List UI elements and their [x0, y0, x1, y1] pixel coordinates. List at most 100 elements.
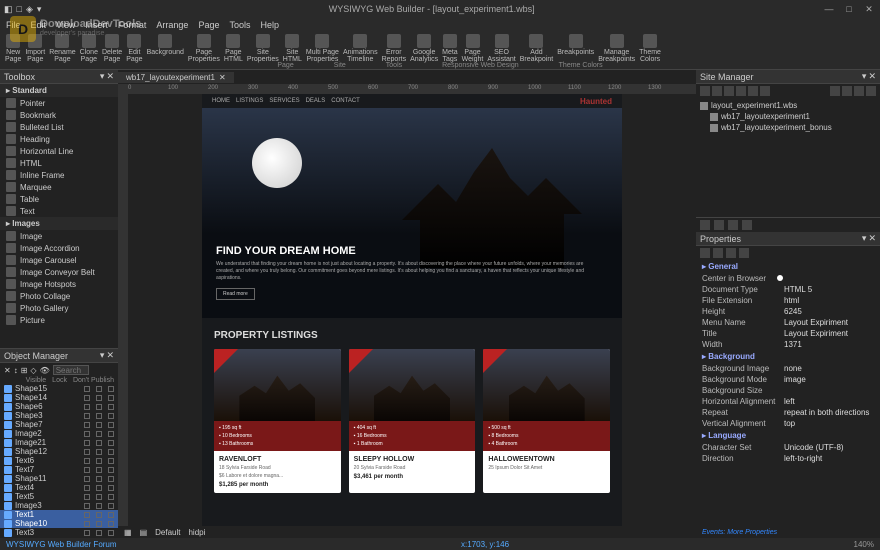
object-item[interactable]: Text1	[0, 510, 118, 519]
prop-row[interactable]: Directionleft-to-right	[696, 453, 880, 464]
prop-row[interactable]: Height6245	[696, 306, 880, 317]
prop-section[interactable]: ▸ Background	[696, 350, 880, 363]
tab-categorized-icon[interactable]	[700, 248, 710, 258]
tool-html[interactable]: HTML	[0, 157, 118, 169]
object-item[interactable]: Image4	[0, 537, 118, 538]
tool-bulleted-list[interactable]: Bulleted List	[0, 121, 118, 133]
ribbon-import[interactable]: ImportPage	[24, 34, 46, 63]
prop-row[interactable]: Background Modeimage	[696, 374, 880, 385]
ribbon-site[interactable]: SiteProperties	[246, 34, 280, 63]
refresh-icon[interactable]	[742, 220, 752, 230]
sm-new-icon[interactable]	[700, 86, 710, 96]
om-visible-icon[interactable]: 👁	[40, 366, 50, 375]
tool-photo-collage[interactable]: Photo Collage	[0, 290, 118, 302]
ribbon-breakpoints[interactable]: Breakpoints	[556, 34, 595, 56]
prop-section[interactable]: ▸ General	[696, 260, 880, 273]
sm-props-icon[interactable]	[760, 86, 770, 96]
menu-format[interactable]: Format	[118, 20, 147, 30]
tool-inline-frame[interactable]: Inline Frame	[0, 169, 118, 181]
ribbon-theme[interactable]: ThemeColors	[638, 34, 662, 63]
tool-image[interactable]: Image	[0, 230, 118, 242]
object-item[interactable]: Shape15	[0, 384, 118, 393]
tool-picture[interactable]: Picture	[0, 314, 118, 326]
more-properties-link[interactable]: Events: More Properties	[696, 527, 880, 538]
menu-tools[interactable]: Tools	[229, 20, 250, 30]
panel-pin-icon[interactable]: ▾	[862, 71, 867, 82]
menu-edit[interactable]: Edit	[31, 20, 47, 30]
object-item[interactable]: Shape14	[0, 393, 118, 402]
sm-search-icon[interactable]	[866, 86, 876, 96]
tree-item[interactable]: wb17_layoutexperiment1	[700, 111, 876, 122]
tool-text[interactable]: Text	[0, 205, 118, 217]
toolbox-category[interactable]: ▸ Images	[0, 217, 118, 230]
ribbon-page[interactable]: PageWeight	[461, 34, 485, 63]
close-button[interactable]: ✕	[862, 3, 876, 15]
panel-close-icon[interactable]: ✕	[868, 71, 876, 82]
prop-row[interactable]: TitleLayout Expiriment	[696, 328, 880, 339]
om-delete-icon[interactable]: ✕	[4, 366, 11, 375]
tool-marquee[interactable]: Marquee	[0, 181, 118, 193]
prop-section[interactable]: ▸ Language	[696, 429, 880, 442]
object-item[interactable]: Text7	[0, 465, 118, 474]
minimize-button[interactable]: —	[822, 3, 836, 15]
om-search-input[interactable]	[53, 365, 89, 375]
sm-edit-icon[interactable]	[736, 86, 746, 96]
tool-pointer[interactable]: Pointer	[0, 97, 118, 109]
object-item[interactable]: Shape11	[0, 474, 118, 483]
om-lock-icon[interactable]: ◇	[30, 366, 36, 375]
view-icon[interactable]: ▦	[124, 528, 132, 537]
prop-row[interactable]: Horizontal Alignmentleft	[696, 396, 880, 407]
document-tab[interactable]: wb17_layoutexperiment1 ✕	[118, 72, 234, 83]
object-item[interactable]: Image21	[0, 438, 118, 447]
property-card[interactable]: ▪ 500 sq ft▪ 8 Bedrooms▪ 4 BathroomHALLO…	[483, 349, 610, 493]
ribbon-error[interactable]: ErrorReports	[381, 34, 408, 63]
prop-row[interactable]: Character SetUnicode (UTF-8)	[696, 442, 880, 453]
qat-icon[interactable]: □	[17, 4, 22, 14]
warnings-icon[interactable]	[714, 220, 724, 230]
menu-arrange[interactable]: Arrange	[156, 20, 188, 30]
menu-file[interactable]: File	[6, 20, 21, 30]
ribbon-clone[interactable]: ClonePage	[79, 34, 99, 63]
object-item[interactable]: Text6	[0, 456, 118, 465]
tool-image-conveyor-belt[interactable]: Image Conveyor Belt	[0, 266, 118, 278]
zoom-level[interactable]: 140%	[854, 540, 874, 549]
tool-heading[interactable]: Heading	[0, 133, 118, 145]
panel-close-icon[interactable]: ✕	[106, 71, 114, 82]
nav-link[interactable]: DEALS	[306, 98, 326, 104]
ribbon-delete[interactable]: DeletePage	[101, 34, 123, 63]
ribbon-add[interactable]: AddBreakpoint	[519, 34, 554, 63]
ribbon-edit[interactable]: EditPage	[125, 34, 143, 63]
menu-insert[interactable]: Insert	[85, 20, 108, 30]
panel-pin-icon[interactable]: ▾	[862, 233, 867, 244]
prop-row[interactable]: Vertical Alignmenttop	[696, 418, 880, 429]
tool-table[interactable]: Table	[0, 193, 118, 205]
om-move-up-icon[interactable]: ↕	[14, 366, 18, 375]
menu-page[interactable]: Page	[198, 20, 219, 30]
ribbon-site[interactable]: SiteHTML	[282, 34, 303, 63]
property-card[interactable]: ▪ 404 sq ft▪ 16 Bedrooms▪ 1 BathroomSLEE…	[349, 349, 476, 493]
nav-link[interactable]: LISTINGS	[236, 98, 263, 104]
ribbon-page[interactable]: PageHTML	[223, 34, 244, 63]
qat-icon[interactable]: ◈	[26, 4, 33, 15]
ribbon-meta[interactable]: MetaTags	[441, 34, 459, 63]
tab-close-icon[interactable]: ✕	[219, 73, 226, 82]
object-item[interactable]: Shape10	[0, 519, 118, 528]
tree-item[interactable]: layout_experiment1.wbs	[700, 100, 876, 111]
ribbon-new[interactable]: NewPage	[4, 34, 22, 63]
menu-view[interactable]: View	[56, 20, 75, 30]
tool-image-hotspots[interactable]: Image Hotspots	[0, 278, 118, 290]
tab-events-icon[interactable]	[726, 248, 736, 258]
info-icon[interactable]	[728, 220, 738, 230]
status-link[interactable]: WYSIWYG Web Builder Forum	[6, 540, 117, 549]
object-item[interactable]: Text3	[0, 528, 118, 537]
maximize-button[interactable]: □	[842, 3, 856, 15]
props-icon[interactable]	[700, 220, 710, 230]
tool-bookmark[interactable]: Bookmark	[0, 109, 118, 121]
ribbon-background[interactable]: Background	[146, 34, 185, 56]
nav-link[interactable]: HOME	[212, 98, 230, 104]
prop-row[interactable]: Menu NameLayout Expiriment	[696, 317, 880, 328]
prop-row[interactable]: File Extensionhtml	[696, 295, 880, 306]
object-item[interactable]: Shape6	[0, 402, 118, 411]
sm-up-icon[interactable]	[830, 86, 840, 96]
prop-row[interactable]: Repeatrepeat in both directions	[696, 407, 880, 418]
